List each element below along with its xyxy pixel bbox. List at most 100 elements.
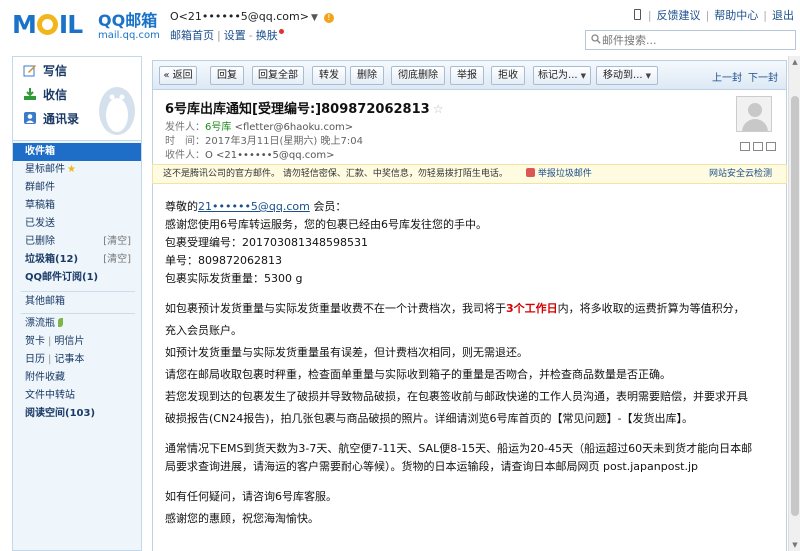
receive-label: 收信: [43, 88, 68, 102]
recipient-label: 收件人：: [165, 150, 205, 161]
folder-drift-bottle[interactable]: 漂流瓶: [13, 315, 141, 333]
top-bar: M IL QQ邮箱 mail.qq.com O<21••••••5@qq.com>…: [0, 0, 800, 52]
scroll-down-icon[interactable]: ▼: [791, 541, 799, 549]
mail-reader: « 返回 回复 回复全部 转发 删除 彻底删除 举报 拒收 标记为... ▼ 移动…: [152, 60, 787, 551]
damage-paragraph-b: 破损报告(CN24报告)，拍几张包裹与商品破损的照片。详细请浏览6号库首页的【常…: [165, 412, 693, 425]
folder-label: QQ邮件订阅(1): [25, 272, 99, 283]
star-outline-icon[interactable]: ☆: [433, 102, 444, 116]
postcard-link[interactable]: 明信片: [54, 336, 84, 347]
mailbox-home-link[interactable]: 邮箱首页: [170, 29, 214, 42]
window-icon[interactable]: [740, 142, 750, 151]
feedback-link[interactable]: 反馈建议: [657, 9, 701, 22]
reject-button[interactable]: 拒收: [491, 66, 525, 85]
notes-link[interactable]: 记事本: [54, 354, 84, 365]
previous-mail-link[interactable]: 上一封: [712, 73, 742, 84]
compose-button[interactable]: 写信: [23, 61, 67, 81]
folder-file-transfer[interactable]: 文件中转站: [13, 387, 141, 405]
next-mail-link[interactable]: 下一封: [748, 73, 778, 84]
separator: |: [647, 9, 652, 22]
report-button[interactable]: 举报: [450, 66, 484, 85]
folder-inbox[interactable]: 收件箱: [13, 143, 141, 161]
skin-link[interactable]: 换肤: [256, 29, 278, 42]
separator: |: [217, 29, 221, 42]
folder-label: 星标邮件: [25, 164, 65, 175]
greeting-card-link[interactable]: 贺卡: [25, 336, 45, 347]
folder-attachments[interactable]: 附件收藏: [13, 369, 141, 387]
settings-link[interactable]: 设置: [224, 29, 246, 42]
damage-paragraph-a: 若您发现到达的包裹发生了破损并导致物品破损，在包裹签收前与邮政快递的工作人员沟通…: [165, 390, 748, 403]
refund-text-b: 内，将多收取的运费折算为等值积分，: [557, 302, 745, 315]
folder-greeting-cards[interactable]: 贺卡 | 明信片: [13, 333, 141, 351]
folder-deleted[interactable]: 已删除 [清空]: [13, 233, 141, 251]
help-link[interactable]: 帮助中心: [714, 9, 758, 22]
chevron-down-icon[interactable]: ▼: [311, 13, 318, 23]
avatar[interactable]: [736, 96, 772, 132]
inbox-arrow-icon: [24, 88, 36, 100]
move-to-dropdown[interactable]: 移动到... ▼: [596, 66, 658, 85]
folder-other-mailboxes[interactable]: 其他邮箱: [13, 293, 141, 311]
folder-calendar[interactable]: 日历 | 记事本: [13, 351, 141, 369]
separator: -: [248, 29, 253, 42]
scroll-up-icon[interactable]: ▲: [791, 58, 799, 66]
folder-reading-space[interactable]: 阅读空间(103): [13, 405, 141, 423]
expand-icon[interactable]: [766, 142, 776, 151]
logout-link[interactable]: 退出: [772, 9, 794, 22]
chevron-down-icon: ▼: [580, 72, 586, 80]
transit-paragraph-b: 局要求查询进展，请海运的客户需要耐心等候）。货物的日本运输段，请查询日本邮局网页…: [165, 460, 699, 473]
top-links: | 反馈建议 | 帮助中心 | 退出: [633, 7, 794, 23]
recipient-row: 收件人：O <21••••••5@qq.com>: [165, 146, 335, 161]
scroll-thumb[interactable]: [791, 96, 799, 516]
contacts-button[interactable]: 通讯录: [23, 109, 79, 129]
account-switcher[interactable]: O<21••••••5@qq.com> ▼!: [170, 10, 334, 23]
warning-icon[interactable]: !: [323, 13, 334, 23]
weigh-paragraph: 请您在邮局收取包裹时秤重，检查面单重量与实际收到箱子的重量是否吻合，并检查商品数…: [165, 368, 671, 381]
mail-search[interactable]: [585, 30, 796, 50]
report-spam-link[interactable]: 举报垃圾邮件: [525, 168, 592, 179]
penguin-watermark-icon: [99, 87, 135, 135]
security-notice: 这不是腾讯公司的官方邮件。 请勿轻信密保、汇款、中奖信息，勿轻易拨打陌生电话。 举…: [152, 164, 787, 184]
folder-subscriptions[interactable]: QQ邮件订阅(1): [13, 269, 141, 287]
quick-actions: 写信 收信 通讯录: [13, 57, 141, 141]
recipient-address: O <21••••••5@qq.com>: [205, 150, 335, 161]
folder-spam[interactable]: 垃圾箱(12) [清空]: [13, 251, 141, 269]
left-nav: 写信 收信 通讯录 收件箱 星标邮件 ★ 群邮件 草稿箱 已发送 已删除 [清空] …: [12, 56, 142, 551]
reply-all-button[interactable]: 回复全部: [252, 66, 304, 85]
order-number-line: 单号：809872062813: [165, 254, 282, 267]
receive-button[interactable]: 收信: [23, 85, 67, 105]
folder-sent[interactable]: 已发送: [13, 215, 141, 233]
thanks-paragraph: 感谢您的惠顾，祝您海淘愉快。: [165, 512, 319, 525]
back-button[interactable]: « 返回: [159, 66, 197, 85]
move-to-label: 移动到...: [603, 70, 643, 81]
folder-label: 垃圾箱(12): [25, 254, 79, 265]
greeting-address-link[interactable]: 21••••••5@qq.com: [198, 200, 310, 213]
separator: |: [705, 9, 710, 22]
folder-drafts[interactable]: 草稿箱: [13, 197, 141, 215]
security-check-link[interactable]: 网站安全云检测: [709, 165, 772, 183]
calendar-link[interactable]: 日历: [25, 354, 45, 365]
reply-button[interactable]: 回复: [210, 66, 244, 85]
forward-button[interactable]: 转发: [312, 66, 346, 85]
clear-spam-link[interactable]: [清空]: [103, 251, 131, 269]
folder-group-mail[interactable]: 群邮件: [13, 179, 141, 197]
contacts-label: 通讯录: [43, 112, 80, 126]
no-refund-paragraph: 如预计发货重量与实际发货重量虽有误差，但计费档次相同，则无需退还。: [165, 346, 528, 359]
phone-icon[interactable]: [633, 9, 641, 20]
mark-as-dropdown[interactable]: 标记为... ▼: [533, 66, 591, 85]
folder-starred[interactable]: 星标邮件 ★: [13, 161, 141, 179]
delete-button[interactable]: 删除: [350, 66, 384, 85]
separator: |: [48, 336, 52, 347]
delete-permanently-button[interactable]: 彻底删除: [391, 66, 445, 85]
refund-paragraph: 如包裹预计发货重量与实际发货重量收费不在一个计费档次，我司将于3个工作日内，将多…: [165, 298, 774, 320]
page-scrollbar[interactable]: ▲ ▼: [788, 56, 800, 551]
mail-subject: 6号库出库通知[受理编号:]809872062813 ☆: [165, 98, 443, 117]
clear-deleted-link[interactable]: [清空]: [103, 233, 131, 251]
compose-label: 写信: [43, 64, 68, 78]
folder-label: 阅读空间(103): [25, 408, 96, 419]
pencil-icon: [23, 65, 36, 77]
account-address[interactable]: O<21••••••5@qq.com>: [170, 10, 309, 23]
print-icon[interactable]: [753, 142, 763, 151]
qqmail-logo[interactable]: M IL QQ邮箱 mail.qq.com: [12, 10, 160, 42]
refund-text-a: 如包裹预计发货重量与实际发货重量收费不在一个计费档次，我司将于: [165, 302, 506, 315]
search-input[interactable]: [602, 32, 792, 48]
